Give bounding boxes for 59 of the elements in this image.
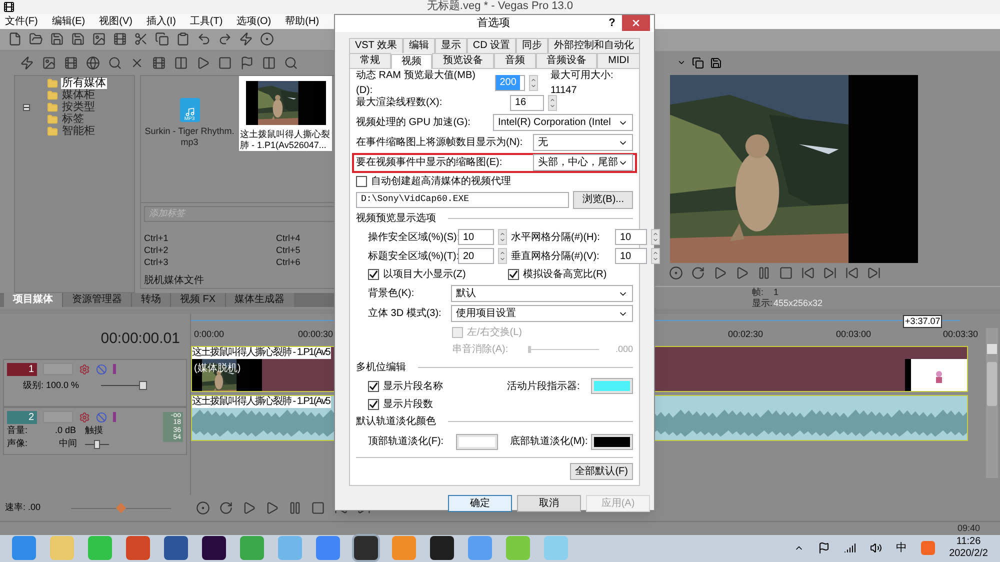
shortcut-key: Ctrl+1 bbox=[144, 232, 168, 244]
checkbox-label: 显示片段数 bbox=[383, 398, 433, 412]
checkbox-label: 模拟设备高宽比(R) bbox=[522, 268, 607, 282]
field-label: 要在视频事件中显示的缩略图(E): bbox=[356, 156, 504, 170]
pan-label: 声像: bbox=[7, 437, 29, 450]
length-badge: +3:37.07 bbox=[903, 314, 942, 328]
offline-media-label: 脱机媒体文件 bbox=[144, 274, 204, 288]
pan-value: 中间 bbox=[59, 437, 78, 450]
field-label: 最大渲染线程数(X): bbox=[356, 96, 444, 110]
ruler-label: 0:00:00 bbox=[194, 328, 224, 341]
checkbox-label: 自动创建超高清媒体的视频代理 bbox=[371, 174, 511, 188]
field-label: 底部轨道淡化(M): bbox=[510, 434, 589, 449]
record-time: 09:40 bbox=[957, 522, 980, 535]
shortcut-key: Ctrl+4 bbox=[276, 232, 300, 244]
dialog-title: 首选项 bbox=[476, 16, 511, 31]
shortcut-key: Ctrl+6 bbox=[276, 256, 300, 268]
info-label: 显示: bbox=[752, 298, 773, 309]
rate-label: 速率: .00 bbox=[5, 500, 41, 514]
section-title: 默认轨道淡化颜色 bbox=[356, 414, 436, 429]
field-label: 在事件缩略图上将源帧数目显示为(N): bbox=[356, 136, 524, 150]
media-name: 这土拨鼠叫得人撕心裂肺 - 1.P1(Av526047... bbox=[239, 128, 331, 151]
shortcut-key: Ctrl+5 bbox=[276, 244, 300, 256]
field-label: 背景色(K): bbox=[367, 286, 416, 301]
ruler-label: 00:00:30 bbox=[298, 328, 334, 341]
volume-label: 音量: bbox=[7, 424, 29, 437]
slider-reading: .000 bbox=[615, 342, 633, 356]
field-label: 垂直网格分隔(#)(V): bbox=[511, 250, 600, 264]
info-value: 455x256x32 bbox=[774, 298, 823, 309]
field-label: 立体 3D 模式(3): bbox=[367, 306, 442, 321]
shortcut-key: Ctrl+2 bbox=[144, 244, 168, 256]
shortcut-key: Ctrl+3 bbox=[144, 256, 168, 268]
mode-label: 触摸 bbox=[85, 424, 103, 437]
checkbox-label: 左/右交换(L) bbox=[467, 326, 522, 340]
track-number: 2 bbox=[7, 410, 37, 424]
slider-label: 串音消除(A): bbox=[452, 342, 510, 357]
field-label: 水平网格分隔(#)(H): bbox=[511, 230, 601, 244]
ruler-label: 00:02:30 bbox=[728, 328, 764, 341]
field-label: 活动片段指示器: bbox=[507, 380, 581, 394]
checkbox-label: 以项目大小显示(Z) bbox=[383, 268, 466, 282]
info-value: 1 bbox=[774, 286, 779, 298]
ruler-label: 00:03:00 bbox=[836, 328, 872, 341]
section-title: 视频预览显示选项 bbox=[356, 212, 436, 226]
info-label: 帧: bbox=[752, 286, 764, 298]
section-title: 多机位编辑 bbox=[356, 360, 406, 375]
field-label: 顶部轨道淡化(F): bbox=[368, 434, 445, 449]
ruler-label: 00:03:30 bbox=[943, 328, 978, 341]
field-label: 动态 RAM 预览最大值(MB)(D): bbox=[356, 68, 476, 96]
timecode: 00:00:00.01 bbox=[100, 328, 181, 349]
volume-value: .0 dB bbox=[55, 424, 78, 437]
field-label: 视频处理的 GPU 加速(G): bbox=[356, 116, 472, 130]
track-number: 1 bbox=[7, 362, 37, 376]
clip-note: (媒体脱机) bbox=[194, 362, 241, 376]
clock-time: 11:26 bbox=[956, 536, 981, 548]
checkbox-label: 显示片段名称 bbox=[383, 380, 444, 394]
info-text: 最大可用大小: 11147 bbox=[550, 68, 614, 98]
clock-date: 2020/2/2 bbox=[949, 548, 988, 560]
level-label: 级别: 100.0 % bbox=[23, 378, 80, 392]
media-name: Surkin - Tiger Rhythm.mp3 bbox=[144, 126, 236, 148]
window-title: 无标题.veg * - Vegas Pro 13.0 bbox=[426, 0, 574, 14]
